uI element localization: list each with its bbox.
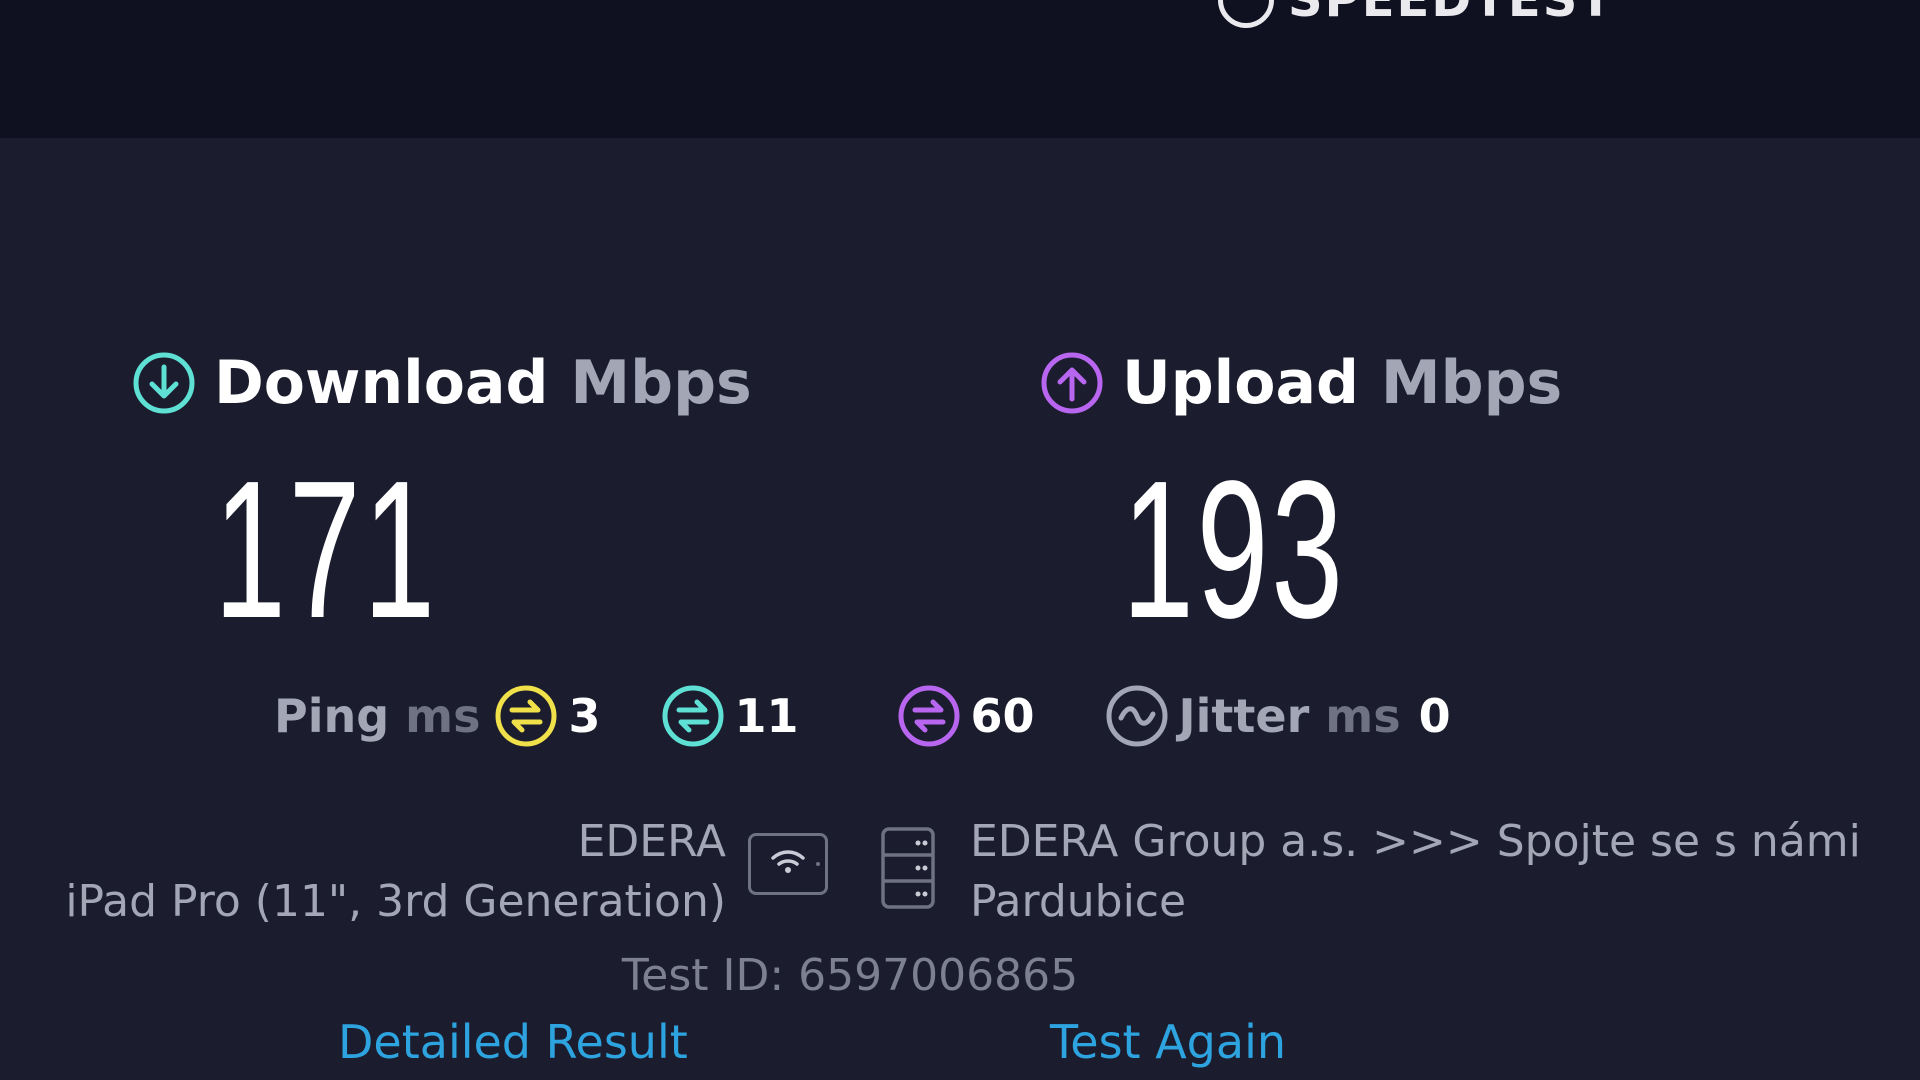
ping-jitter-row: Ping ms 3 11 60 Jitter ms 0 xyxy=(274,683,1451,749)
download-label: Download xyxy=(214,348,549,418)
ping-idle-value: 3 xyxy=(568,689,601,743)
connection-info: EDERA iPad Pro (11", 3rd Generation) xyxy=(65,812,726,932)
ping-upload-value: 60 xyxy=(970,689,1035,743)
upload-unit: Mbps xyxy=(1380,348,1563,418)
server-info: EDERA Group a.s. >>> Spojte se s námi Pa… xyxy=(970,812,1861,932)
upload-label: Upload xyxy=(1122,348,1359,418)
device-name: iPad Pro (11", 3rd Generation) xyxy=(65,876,726,927)
wifi-icon xyxy=(748,833,828,895)
test-id: Test ID: 6597006865 xyxy=(621,950,1079,1001)
jitter-value: 0 xyxy=(1418,689,1451,743)
ping-unit: ms xyxy=(405,689,481,743)
jitter-wave-icon xyxy=(1106,685,1168,747)
jitter-label: Jitter xyxy=(1178,689,1310,743)
download-value: 171 xyxy=(214,440,438,659)
download-unit: Mbps xyxy=(570,348,752,418)
ping-label: Ping xyxy=(274,689,390,743)
server-name: EDERA Group a.s. >>> Spojte se s námi xyxy=(970,816,1861,867)
speedtest-logo: SPEEDTEST xyxy=(1218,0,1614,28)
logo-text: SPEEDTEST xyxy=(1288,0,1615,28)
provider-name: EDERA xyxy=(577,816,726,867)
jitter-unit: ms xyxy=(1325,689,1401,743)
speedtest-logo-icon xyxy=(1218,0,1274,28)
ping-idle-icon xyxy=(495,685,557,747)
server-icon xyxy=(881,827,935,909)
detailed-result-link[interactable]: Detailed Result xyxy=(338,1015,688,1069)
server-location: Pardubice xyxy=(970,876,1187,927)
upload-value: 193 xyxy=(1122,440,1346,659)
download-header: Download Mbps xyxy=(132,348,752,418)
upload-header: Upload Mbps xyxy=(1040,348,1562,418)
test-again-link[interactable]: Test Again xyxy=(1050,1015,1286,1069)
download-arrow-icon xyxy=(133,352,195,414)
upload-arrow-icon xyxy=(1041,352,1103,414)
ping-upload-icon xyxy=(898,685,960,747)
ping-download-value: 11 xyxy=(734,689,799,743)
ping-download-icon xyxy=(662,685,723,747)
top-bar: SPEEDTEST xyxy=(0,0,1920,138)
